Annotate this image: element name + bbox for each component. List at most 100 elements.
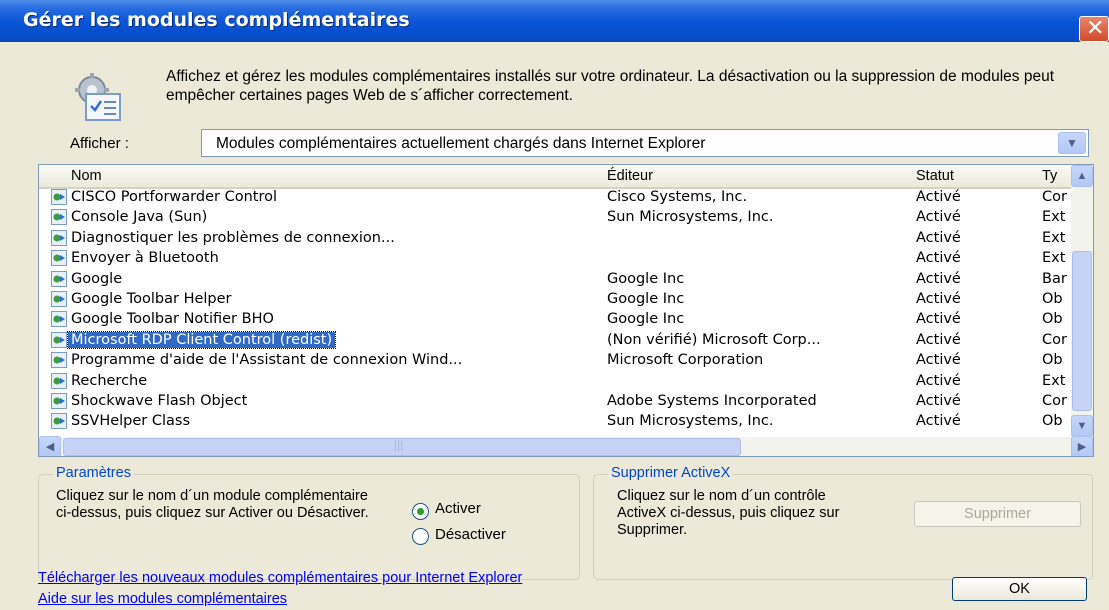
delete-button[interactable]: Supprimer bbox=[914, 501, 1081, 527]
addon-type: Ob bbox=[1042, 352, 1063, 369]
addon-status: Activé bbox=[916, 270, 961, 287]
addon-publisher: Google Inc bbox=[607, 291, 685, 307]
disable-label[interactable]: Désactiver bbox=[435, 526, 506, 543]
ok-button[interactable]: OK bbox=[952, 577, 1087, 601]
column-header-type[interactable]: Ty bbox=[1042, 168, 1057, 184]
addon-type: Cor bbox=[1042, 393, 1067, 409]
addon-icon bbox=[51, 352, 67, 369]
addon-name: Console Java (Sun) bbox=[71, 209, 208, 226]
window-title: Gérer les modules complémentaires bbox=[23, 9, 410, 31]
addon-type: Cor bbox=[1042, 189, 1067, 205]
addon-type: Ext bbox=[1042, 209, 1066, 226]
grip-icon: ||| bbox=[394, 438, 404, 452]
addon-status: Activé bbox=[916, 352, 961, 369]
addon-icon bbox=[51, 229, 67, 246]
addon-icon bbox=[51, 250, 67, 267]
title-bar[interactable]: Gérer les modules complémentaires ✕ bbox=[0, 0, 1109, 42]
table-row[interactable]: Recherche Activé Ext bbox=[39, 372, 1071, 392]
manage-addons-dialog: Gérer les modules complémentaires ✕ Affi… bbox=[0, 0, 1109, 610]
intro-text: Affichez et gérez les modules complément… bbox=[166, 68, 1055, 104]
addon-status: Activé bbox=[916, 311, 961, 328]
addon-type: Ob bbox=[1042, 311, 1063, 328]
horizontal-scrollbar[interactable]: ◀ ||| ▶ bbox=[39, 436, 1093, 456]
addon-publisher: Adobe Systems Incorporated bbox=[607, 393, 817, 409]
table-row[interactable]: Google Toolbar Notifier BHO Google Inc Act… bbox=[39, 310, 1071, 330]
addon-publisher: Sun Microsystems, Inc. bbox=[607, 413, 774, 430]
table-row[interactable]: Console Java (Sun) Sun Microsystems, Inc.… bbox=[39, 208, 1071, 228]
addon-type: Cor bbox=[1042, 331, 1067, 348]
show-dropdown-value: Modules complémentaires actuellement cha… bbox=[216, 135, 706, 152]
addon-icon bbox=[51, 270, 67, 287]
addons-settings-icon bbox=[75, 73, 121, 121]
table-row[interactable]: CISCO Portforwarder Control Cisco Systems… bbox=[39, 188, 1071, 208]
addon-type: Ext bbox=[1042, 229, 1066, 246]
addon-name: Envoyer à Bluetooth bbox=[71, 250, 219, 267]
addon-status: Activé bbox=[916, 229, 961, 246]
column-header-publisher[interactable]: Éditeur bbox=[607, 168, 653, 184]
addon-icon bbox=[51, 311, 67, 328]
addon-publisher: Cisco Systems, Inc. bbox=[607, 189, 748, 205]
addon-name: CISCO Portforwarder Control bbox=[71, 189, 277, 205]
addon-name: Google Toolbar Notifier BHO bbox=[71, 311, 274, 328]
activex-text: Cliquez sur le nom d´un contrôle ActiveX… bbox=[617, 488, 840, 538]
addon-status: Activé bbox=[916, 331, 961, 348]
addon-publisher: Microsoft Corporation bbox=[607, 352, 764, 369]
addon-name: Google bbox=[71, 270, 123, 287]
addon-type: Bar bbox=[1042, 270, 1067, 287]
vertical-scroll-thumb[interactable] bbox=[1072, 251, 1092, 411]
close-button[interactable]: ✕ bbox=[1079, 16, 1109, 42]
disable-radio[interactable] bbox=[412, 528, 429, 545]
addon-type: Ext bbox=[1042, 250, 1066, 267]
addon-name: Microsoft RDP Client Control (redist) bbox=[66, 330, 337, 349]
scroll-down-button[interactable]: ▼ bbox=[1071, 415, 1093, 437]
addon-name: Shockwave Flash Object bbox=[71, 393, 248, 409]
addon-icon bbox=[51, 209, 67, 226]
radio-selected-dot bbox=[417, 508, 424, 515]
addon-type: Ext bbox=[1042, 372, 1066, 389]
addon-icon bbox=[51, 291, 67, 307]
addon-status: Activé bbox=[916, 291, 961, 307]
chevron-down-icon[interactable]: ▼ bbox=[1058, 132, 1086, 154]
addon-status: Activé bbox=[916, 250, 961, 267]
vertical-scrollbar[interactable]: ▲ ▼ bbox=[1071, 165, 1093, 437]
table-row[interactable]: Google Google Inc Activé Bar bbox=[39, 270, 1071, 290]
column-header-status[interactable]: Statut bbox=[916, 168, 954, 184]
table-row[interactable]: Envoyer à Bluetooth Activé Ext bbox=[39, 249, 1071, 269]
activex-legend: Supprimer ActiveX bbox=[608, 465, 734, 481]
addons-list[interactable]: Nom Éditeur Statut Ty CISCO Portforwarde… bbox=[38, 164, 1094, 457]
addon-name: Diagnostiquer les problèmes de connexion… bbox=[71, 229, 395, 246]
addons-help-link[interactable]: Aide sur les modules complémentaires bbox=[38, 591, 287, 607]
scroll-up-button[interactable]: ▲ bbox=[1071, 165, 1093, 187]
addon-icon bbox=[51, 189, 67, 205]
column-header-name[interactable]: Nom bbox=[71, 168, 102, 184]
horizontal-scroll-thumb[interactable]: ||| bbox=[63, 438, 741, 456]
addon-icon bbox=[51, 413, 67, 430]
addon-publisher: Google Inc bbox=[607, 311, 685, 328]
settings-legend: Paramètres bbox=[53, 465, 134, 481]
addon-publisher: (Non vérifié) Microsoft Corp... bbox=[607, 331, 821, 348]
show-dropdown[interactable]: Modules complémentaires actuellement cha… bbox=[201, 129, 1089, 157]
download-addons-link[interactable]: Télécharger les nouveaux modules complém… bbox=[38, 570, 522, 586]
table-row[interactable]: Google Toolbar Helper Google Inc Activé Ob bbox=[39, 290, 1071, 310]
table-row[interactable]: Microsoft RDP Client Control (redist) (No… bbox=[39, 330, 1071, 351]
scroll-left-button[interactable]: ◀ bbox=[39, 436, 61, 456]
settings-group: Paramètres Cliquez sur le nom d´un modul… bbox=[38, 465, 580, 580]
addon-status: Activé bbox=[916, 413, 961, 430]
addon-status: Activé bbox=[916, 393, 961, 409]
addon-type: Ob bbox=[1042, 291, 1063, 307]
addon-name: SSVHelper Class bbox=[71, 413, 191, 430]
enable-label[interactable]: Activer bbox=[435, 500, 481, 517]
addon-publisher: Sun Microsystems, Inc. bbox=[607, 209, 774, 226]
scroll-right-button[interactable]: ▶ bbox=[1071, 436, 1093, 456]
addon-type: Ob bbox=[1042, 413, 1063, 430]
addon-icon bbox=[51, 393, 67, 409]
addon-name: Programme d'aide de l'Assistant de conne… bbox=[71, 352, 463, 369]
addon-name: Google Toolbar Helper bbox=[71, 291, 232, 307]
table-row[interactable]: SSVHelper Class Sun Microsystems, Inc. Act… bbox=[39, 412, 1071, 432]
addon-status: Activé bbox=[916, 189, 961, 205]
table-row[interactable]: Diagnostiquer les problèmes de connexion… bbox=[39, 229, 1071, 249]
table-row[interactable]: Programme d'aide de l'Assistant de conne… bbox=[39, 351, 1071, 371]
table-row[interactable]: Shockwave Flash Object Adobe Systems Inco… bbox=[39, 392, 1071, 412]
addon-publisher: Google Inc bbox=[607, 270, 685, 287]
enable-radio[interactable] bbox=[412, 503, 429, 520]
